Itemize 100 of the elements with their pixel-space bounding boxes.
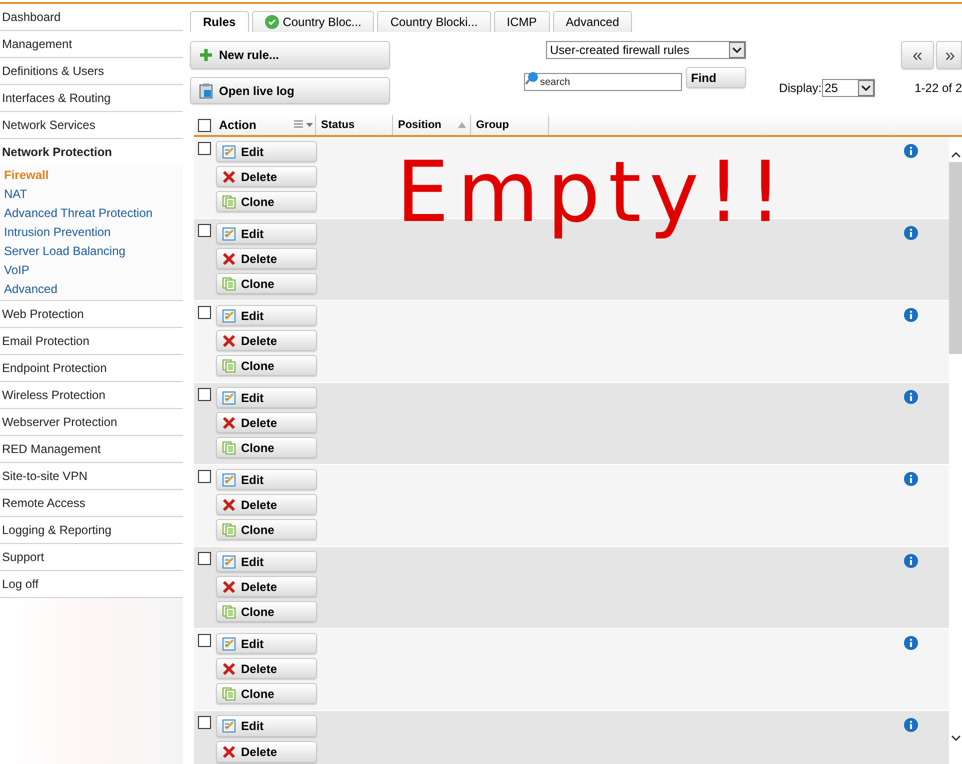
info-icon[interactable] <box>904 226 918 240</box>
sidebar-item[interactable]: Management <box>0 31 183 57</box>
tab[interactable]: ICMP <box>494 11 550 32</box>
sidebar-item[interactable]: Webserver Protection <box>0 409 183 435</box>
sidebar-subitem[interactable]: Advanced Threat Protection <box>0 203 183 222</box>
delete-button[interactable]: Delete <box>216 658 317 679</box>
info-icon[interactable] <box>904 144 918 158</box>
scroll-up-icon[interactable] <box>950 151 960 159</box>
x-icon <box>222 498 236 512</box>
sidebar-item[interactable]: Wireless Protection <box>0 382 183 408</box>
checkbox[interactable] <box>198 552 211 565</box>
new-rule-button[interactable]: New rule... <box>190 41 390 70</box>
edit-button[interactable]: Edit <box>216 715 317 737</box>
checkbox[interactable] <box>198 470 211 483</box>
sidebar-item[interactable]: Web Protection <box>0 301 183 327</box>
sidebar-subitem[interactable]: Advanced <box>0 279 183 298</box>
tab[interactable]: Rules <box>190 11 249 32</box>
next-page-button[interactable]: » <box>936 41 962 70</box>
clone-button[interactable]: Clone <box>216 519 317 540</box>
checkbox[interactable] <box>198 634 211 647</box>
sidebar-item[interactable]: Network Protection <box>0 139 183 165</box>
delete-button[interactable]: Delete <box>216 412 317 433</box>
edit-button[interactable]: Edit <box>216 141 317 162</box>
sidebar-item[interactable]: Dashboard <box>0 4 183 30</box>
sidebar-item[interactable]: Network Services <box>0 112 183 138</box>
sidebar-subitem[interactable]: NAT <box>0 184 183 203</box>
checkbox[interactable] <box>198 388 211 401</box>
column-header[interactable]: Action <box>194 115 316 135</box>
display-dropdown[interactable]: 25 <box>822 79 875 98</box>
sidebar-item[interactable]: Endpoint Protection <box>0 355 183 381</box>
delete-button[interactable]: Delete <box>216 330 317 351</box>
page-range: 1-22 of 2 <box>914 80 962 98</box>
info-icon[interactable] <box>904 308 918 322</box>
handwritten-annotation: Empty!! <box>395 142 792 243</box>
info-icon[interactable] <box>904 390 918 404</box>
sidebar-item[interactable]: Email Protection <box>0 328 183 354</box>
column-menu-icon[interactable] <box>293 120 315 130</box>
search-icon <box>525 70 539 85</box>
search-field[interactable]: search <box>524 73 682 92</box>
column-header[interactable]: Group <box>471 115 549 135</box>
tab[interactable]: Country Blocki... <box>377 11 491 32</box>
info-icon[interactable] <box>904 472 918 486</box>
sidebar-item[interactable]: Logging & Reporting <box>0 517 183 543</box>
sidebar-item[interactable]: Log off <box>0 571 183 597</box>
pages-icon <box>222 358 236 372</box>
filter-dropdown[interactable]: User-created firewall rules <box>546 41 746 60</box>
checkbox[interactable] <box>198 142 211 155</box>
edit-button[interactable]: Edit <box>216 551 317 572</box>
info-icon[interactable] <box>904 718 918 732</box>
edit-button[interactable]: Edit <box>216 387 317 408</box>
delete-button[interactable]: Delete <box>216 166 317 187</box>
sidebar-item[interactable]: Interfaces & Routing <box>0 85 183 111</box>
scrollbar-thumb[interactable] <box>949 162 962 354</box>
clone-button[interactable]: Clone <box>216 355 317 376</box>
column-header[interactable]: Position <box>393 115 471 135</box>
find-button[interactable]: Find <box>686 67 746 88</box>
tab[interactable]: Advanced <box>552 11 632 32</box>
pages-icon <box>222 522 236 536</box>
display-label: Display: <box>778 80 822 98</box>
pages-icon <box>222 194 236 208</box>
info-icon[interactable] <box>904 554 918 568</box>
tab[interactable]: Country Bloc... <box>252 11 374 32</box>
delete-button[interactable]: Delete <box>216 248 317 269</box>
x-icon <box>222 334 236 348</box>
sidebar-item[interactable]: Remote Access <box>0 490 183 516</box>
sidebar-item[interactable]: RED Management <box>0 436 183 462</box>
sidebar-subitem[interactable]: VoIP <box>0 260 183 279</box>
delete-button[interactable]: Delete <box>216 576 317 597</box>
clone-button[interactable]: Clone <box>216 437 317 458</box>
clone-button[interactable]: Clone <box>216 191 317 212</box>
previous-page-button[interactable]: « <box>901 41 934 70</box>
sidebar-item[interactable]: Support <box>0 544 183 570</box>
delete-button[interactable]: Delete <box>216 494 317 515</box>
clone-button[interactable]: Clone <box>216 273 317 294</box>
sidebar-item[interactable]: Site-to-site VPN <box>0 463 183 489</box>
x-icon <box>222 580 236 594</box>
edit-button[interactable]: Edit <box>216 469 317 490</box>
column-header[interactable]: Status <box>316 115 393 135</box>
sidebar-item[interactable]: Definitions & Users <box>0 58 183 84</box>
delete-button[interactable]: Delete <box>216 741 317 763</box>
x-icon <box>222 170 236 184</box>
checkbox[interactable] <box>198 306 211 319</box>
x-icon <box>222 416 236 430</box>
pages-icon <box>222 604 236 618</box>
checkbox[interactable] <box>198 118 211 132</box>
x-icon <box>222 662 236 676</box>
edit-icon <box>222 308 236 322</box>
checkbox[interactable] <box>198 716 211 729</box>
edit-button[interactable]: Edit <box>216 633 317 654</box>
checkbox[interactable] <box>198 224 211 237</box>
edit-button[interactable]: Edit <box>216 223 317 244</box>
open-live-log-button[interactable]: Open live log <box>190 77 390 104</box>
info-icon[interactable] <box>904 636 918 650</box>
sidebar-subitem[interactable]: Intrusion Prevention <box>0 222 183 241</box>
clone-button[interactable]: Clone <box>216 601 317 622</box>
edit-button[interactable]: Edit <box>216 305 317 326</box>
sidebar-subitem[interactable]: Server Load Balancing <box>0 241 183 260</box>
edit-icon <box>222 390 236 404</box>
scroll-down-icon[interactable] <box>950 734 960 742</box>
clone-button[interactable]: Clone <box>216 683 317 704</box>
